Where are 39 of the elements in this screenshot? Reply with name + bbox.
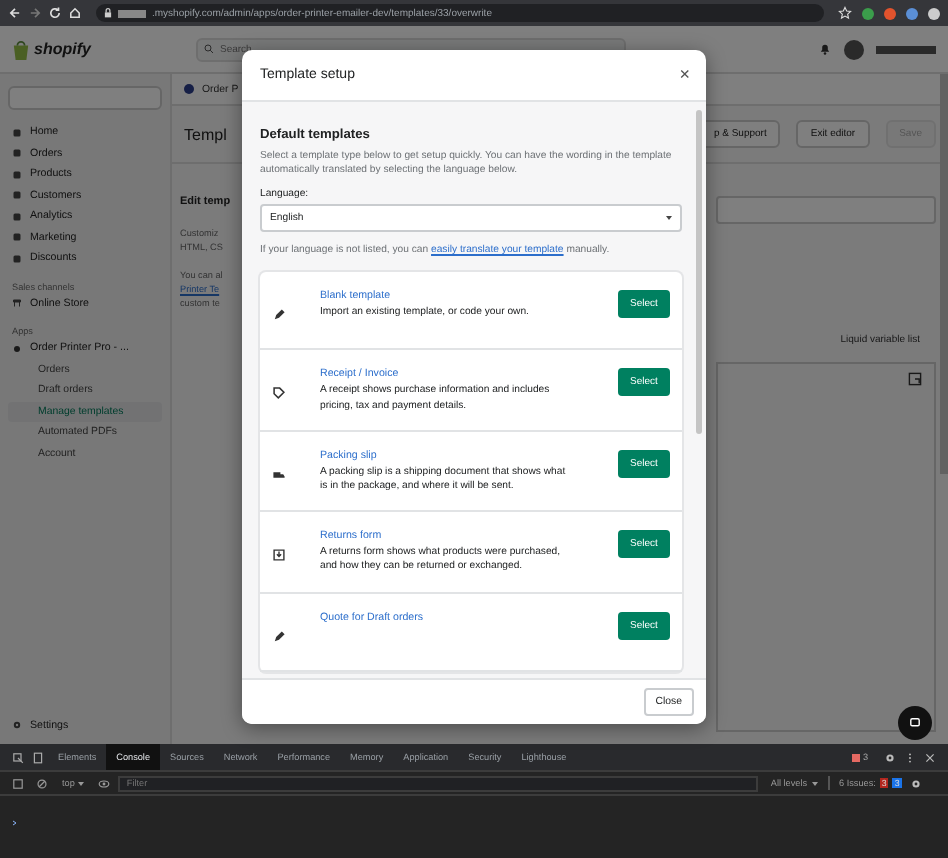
avatar[interactable] [928, 7, 940, 19]
scrollbar[interactable] [696, 110, 702, 434]
close-button[interactable]: × [679, 66, 690, 84]
blurred-text [876, 45, 936, 53]
store-icon [12, 298, 22, 309]
clear-icon[interactable] [36, 777, 48, 789]
lock-icon [104, 8, 112, 18]
app-icon [184, 84, 194, 94]
shopping-bag-icon [12, 39, 30, 59]
pencil-icon [272, 629, 286, 644]
settings-icon [12, 720, 22, 731]
chat-icon [908, 716, 922, 730]
inspect-icon[interactable] [12, 751, 24, 763]
logo-text: shopify [34, 40, 91, 58]
settings-icon[interactable] [909, 777, 922, 789]
caret-icon [78, 781, 85, 786]
caret-icon [666, 216, 672, 221]
settings-icon[interactable] [884, 751, 896, 763]
forward-icon[interactable] [28, 6, 42, 20]
reload-icon[interactable] [48, 6, 62, 20]
input-field[interactable] [716, 196, 936, 224]
app-icon [12, 343, 22, 354]
sidebar-icon[interactable] [12, 777, 24, 789]
back-icon[interactable] [8, 6, 22, 20]
caret-icon [811, 781, 818, 786]
truck-icon [272, 467, 286, 482]
device-icon[interactable] [32, 751, 44, 763]
page-title: Templ [184, 125, 227, 143]
blurred-text [118, 9, 146, 17]
tray-icon [272, 548, 286, 563]
chat-button[interactable] [898, 706, 932, 740]
close-icon[interactable] [924, 751, 936, 763]
star-icon[interactable] [838, 6, 852, 20]
avatar[interactable] [844, 39, 864, 59]
expand-icon[interactable] [908, 372, 922, 386]
bell-icon[interactable] [818, 42, 832, 56]
pencil-icon [272, 308, 286, 323]
search-icon [204, 44, 214, 54]
eye-icon[interactable] [98, 777, 111, 789]
